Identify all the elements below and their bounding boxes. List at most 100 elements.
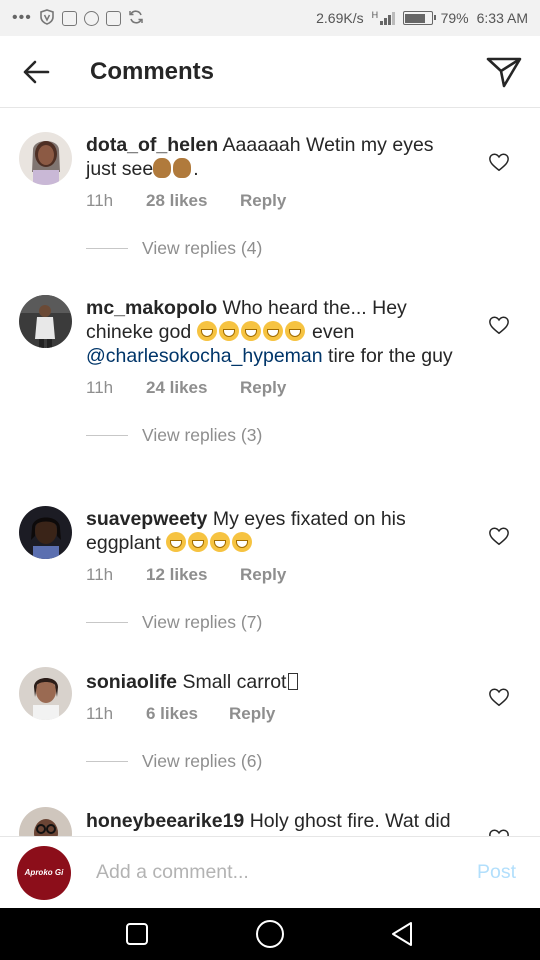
view-replies-button[interactable]: View replies (3) <box>86 425 456 446</box>
comment-item: dota_of_helen Aaaaaah Wetin my eyes just… <box>0 132 540 259</box>
comment-username[interactable]: dota_of_helen <box>86 134 218 156</box>
comment-item: soniaolife Small carrot 11h 6 likes Repl… <box>0 667 540 772</box>
comment-text: soniaolife Small carrot <box>86 670 456 694</box>
grinning-emoji <box>232 532 253 552</box>
mention-link[interactable]: @charlesokocha_hypeman <box>86 345 323 367</box>
comment-text: dota_of_helen Aaaaaah Wetin my eyes just… <box>86 133 456 181</box>
divider <box>86 761 128 762</box>
direct-send-icon <box>486 57 522 87</box>
page-title: Comments <box>90 57 215 85</box>
comment-body-end: tire for the guy <box>328 345 453 367</box>
divider <box>86 248 128 249</box>
reply-button[interactable]: Reply <box>229 704 275 724</box>
comment-meta: 11h 24 likes Reply <box>86 378 456 398</box>
grinning-emoji <box>188 532 209 552</box>
signal-icon: H <box>372 11 395 25</box>
home-button[interactable] <box>250 914 290 954</box>
comment-body: Small carrot <box>182 671 287 693</box>
view-replies-label: View replies (4) <box>142 238 263 258</box>
reply-button[interactable]: Reply <box>240 565 286 585</box>
recents-button[interactable] <box>117 914 157 954</box>
comment-username[interactable]: mc_makopolo <box>86 297 217 319</box>
heart-icon[interactable] <box>488 827 510 836</box>
view-replies-label: View replies (6) <box>142 751 263 771</box>
instagram-icon <box>105 10 121 26</box>
current-user-avatar[interactable]: Aproko Gi <box>17 845 71 900</box>
heart-icon[interactable] <box>488 686 510 708</box>
heart-icon[interactable] <box>488 525 510 547</box>
comments-header: Comments <box>0 36 540 108</box>
grinning-emoji <box>166 532 187 552</box>
comment-body: Holy ghost fire. Wat did <box>249 810 451 832</box>
view-replies-button[interactable]: View replies (7) <box>86 612 456 633</box>
avatar-logo-text: Aproko Gi <box>24 868 64 877</box>
divider <box>86 435 128 436</box>
avatar[interactable] <box>19 506 72 559</box>
heart-icon[interactable] <box>488 314 510 336</box>
comment-username[interactable]: suavepweety <box>86 508 207 530</box>
comment-likes[interactable]: 6 likes <box>146 704 229 724</box>
comment-time: 11h <box>86 565 114 584</box>
comment-meta: 11h 28 likes Reply <box>86 191 456 211</box>
comment-likes[interactable]: 12 likes <box>146 565 240 585</box>
grinning-emoji <box>196 321 217 341</box>
grinning-emoji <box>262 321 283 341</box>
avatar[interactable] <box>19 295 72 348</box>
net-speed: 2.69K/s <box>316 10 364 26</box>
grinning-emoji <box>240 321 261 341</box>
view-replies-label: View replies (7) <box>142 612 263 632</box>
comment-meta: 11h 12 likes Reply <box>86 565 456 585</box>
clock: 6:33 AM <box>476 10 528 26</box>
comment-time: 11h <box>86 704 114 723</box>
network-type: H <box>371 10 379 20</box>
see-no-evil-monkey-emoji <box>173 158 192 178</box>
reply-button[interactable]: Reply <box>240 378 286 398</box>
avatar[interactable] <box>19 807 72 836</box>
comment-body-after: even <box>312 321 355 343</box>
view-replies-button[interactable]: View replies (6) <box>86 751 456 772</box>
battery-percent: 79% <box>440 10 469 26</box>
gallery-icon <box>61 10 77 26</box>
vpn-icon <box>39 8 55 28</box>
unsupported-emoji-box <box>288 673 299 690</box>
back-nav-button[interactable] <box>383 914 423 954</box>
arrow-left-icon <box>23 60 50 83</box>
avatar[interactable] <box>19 667 72 720</box>
comment-username[interactable]: soniaolife <box>86 671 177 693</box>
reply-button[interactable]: Reply <box>240 191 286 211</box>
view-replies-button[interactable]: View replies (4) <box>86 238 456 259</box>
battery-icon <box>402 11 436 25</box>
comments-list[interactable]: dota_of_helen Aaaaaah Wetin my eyes just… <box>0 109 540 836</box>
recents-icon <box>125 923 148 945</box>
comment-meta: 11h 6 likes Reply <box>86 704 456 724</box>
divider <box>86 622 128 623</box>
comment-composer: Aproko Gi Post <box>0 836 540 908</box>
system-nav-bar <box>0 908 540 960</box>
sync-icon <box>128 9 144 28</box>
comment-trailing: . <box>193 158 199 180</box>
comment-text: suavepweety My eyes fixated on his eggpl… <box>86 507 456 555</box>
comment-likes[interactable]: 24 likes <box>146 378 240 398</box>
post-button[interactable]: Post <box>477 861 516 884</box>
comment-likes[interactable]: 28 likes <box>146 191 240 211</box>
comment-time: 11h <box>86 378 114 397</box>
comment-username[interactable]: honeybeearike19 <box>86 810 244 832</box>
notification-icons: ••• <box>12 8 144 28</box>
dots-icon: ••• <box>12 9 32 26</box>
heart-icon[interactable] <box>488 151 510 173</box>
grinning-emoji <box>218 321 239 341</box>
comment-time: 11h <box>86 191 114 210</box>
comment-item: honeybeearike19 Holy ghost fire. Wat did <box>0 807 540 836</box>
status-bar: ••• 2.69K/s H 79% 6:33 AM <box>0 0 540 36</box>
direct-send-button[interactable] <box>468 36 540 108</box>
grinning-emoji <box>210 532 231 552</box>
comment-input[interactable] <box>96 861 477 884</box>
whatsapp-icon <box>83 10 99 26</box>
comment-item: suavepweety My eyes fixated on his eggpl… <box>0 506 540 633</box>
back-button[interactable] <box>0 36 72 108</box>
home-icon <box>255 920 284 948</box>
comment-item: mc_makopolo Who heard the... Hey chineke… <box>0 295 540 446</box>
back-triangle-icon <box>392 922 413 946</box>
see-no-evil-monkey-emoji <box>153 158 172 178</box>
avatar[interactable] <box>19 132 72 185</box>
